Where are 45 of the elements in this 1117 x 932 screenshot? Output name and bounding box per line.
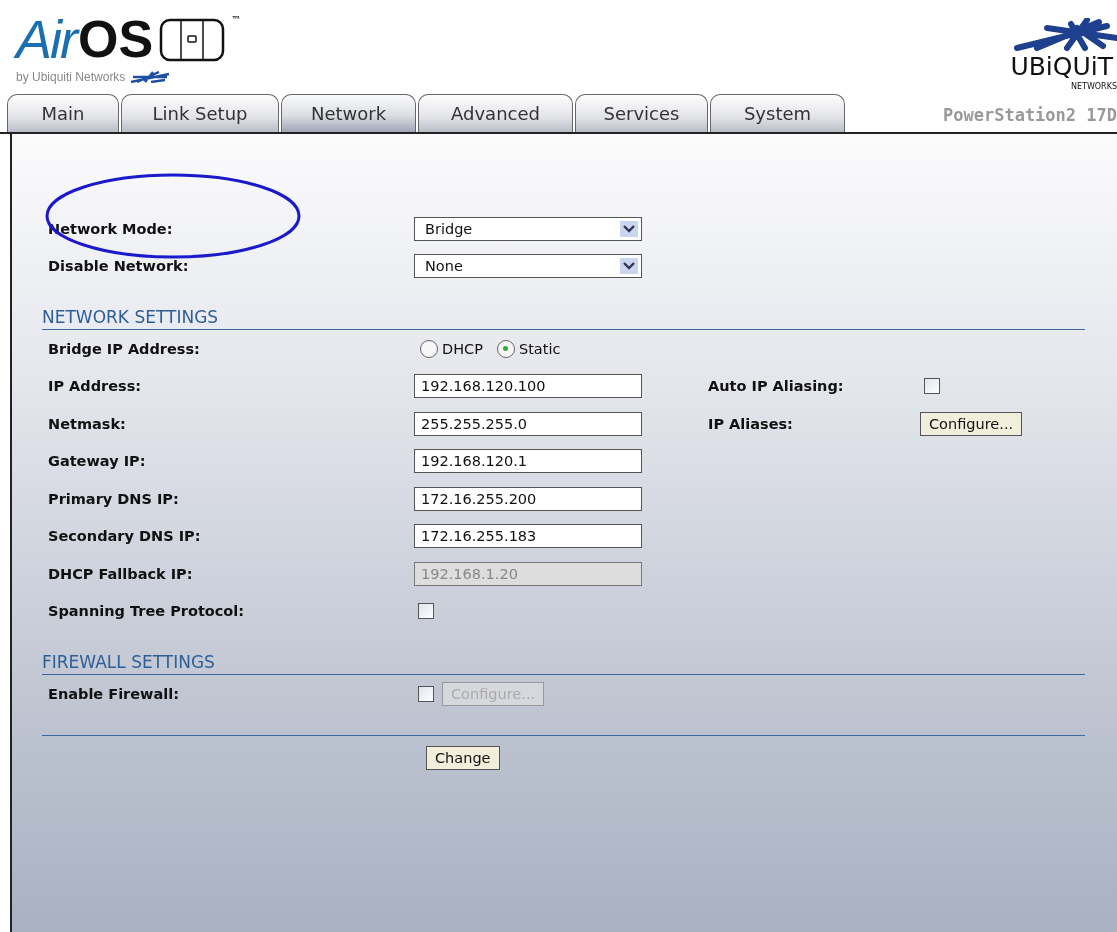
radio-label: Static: [518, 340, 561, 357]
ip-field[interactable]: 192.168.120.1: [414, 449, 642, 474]
nav-tab[interactable]: Network: [281, 94, 416, 132]
field-label: Secondary DNS IP:: [47, 528, 202, 545]
dropdown[interactable]: None: [414, 254, 642, 279]
ip-field[interactable]: 192.168.120.100: [414, 374, 642, 399]
field-label: IP Address:: [47, 378, 143, 395]
device-name: PowerStation2 17D: [943, 105, 1117, 125]
ip-field[interactable]: 172.16.255.200: [414, 486, 642, 511]
field-label: Netmask:: [47, 415, 127, 432]
device-icon: [159, 18, 226, 62]
section-heading: FIREWALL SETTINGS: [42, 652, 1085, 675]
change-button[interactable]: Change: [426, 745, 500, 770]
radio-label: DHCP: [442, 340, 483, 357]
dropdown[interactable]: Bridge: [414, 216, 642, 241]
field-label: IP Aliases:: [707, 415, 794, 432]
nav-tab[interactable]: Main: [7, 94, 119, 132]
brand-name: UBiQUiT: [1010, 52, 1113, 82]
logo-byline: by Ubiquiti Networks: [16, 70, 126, 84]
logo-text: OS: [78, 9, 154, 70]
ip-field[interactable]: 172.16.255.183: [414, 524, 642, 549]
radio-button[interactable]: [420, 339, 438, 358]
field-label: Disable Network:: [47, 258, 190, 275]
antenna-icon: [129, 71, 172, 83]
field-label: Bridge IP Address:: [47, 340, 201, 357]
nav-tab[interactable]: Services: [575, 94, 708, 132]
field-label: Spanning Tree Protocol:: [47, 603, 246, 620]
field-label: Auto IP Aliasing:: [707, 378, 845, 395]
trademark: ™: [231, 14, 242, 25]
field-label: DHCP Fallback IP:: [47, 565, 194, 582]
nav-tab[interactable]: System: [710, 94, 845, 132]
field-label: Primary DNS IP:: [47, 490, 180, 507]
checkbox[interactable]: [418, 603, 434, 620]
chevron-down-icon: [620, 258, 638, 275]
section-heading: NETWORK SETTINGS: [42, 307, 1085, 330]
field-label: Enable Firewall:: [47, 685, 181, 702]
radio-button[interactable]: [496, 339, 515, 358]
configure-button[interactable]: Configure...: [920, 411, 1023, 436]
ip-field[interactable]: 255.255.255.0: [414, 411, 642, 436]
nav-tab[interactable]: Advanced: [418, 94, 573, 132]
field-label: Gateway IP:: [47, 453, 147, 470]
chevron-down-icon: [620, 220, 638, 237]
brand-subtitle: NETWORKS: [1071, 82, 1117, 92]
checkbox[interactable]: [924, 378, 940, 395]
nav-tab[interactable]: Link Setup: [121, 94, 279, 132]
